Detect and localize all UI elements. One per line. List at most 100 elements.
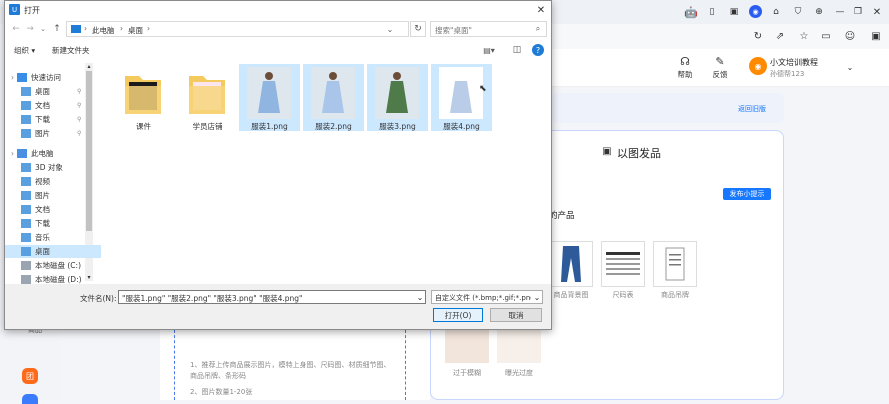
expand-chevron-icon[interactable]: › xyxy=(11,149,14,158)
cancel-button[interactable]: 取消 xyxy=(490,308,542,322)
star-icon[interactable]: ☆ xyxy=(798,30,810,42)
filename-input[interactable]: "服装1.png" "服装2.png" "服装3.png" "服装4.png" … xyxy=(118,290,426,304)
nav-item[interactable]: 图片 ⚲ xyxy=(5,127,99,140)
extension-robot-icon[interactable]: 🤖 xyxy=(684,5,698,19)
file-name: 服装1.png xyxy=(251,122,288,131)
filetype-select[interactable]: 自定义文件 (*.bmp;*.gif;*.png ⌄ xyxy=(431,290,543,304)
nav-item[interactable]: › 快速访问 xyxy=(5,71,89,84)
organize-menu[interactable]: 组织 ▾ xyxy=(14,45,35,56)
effect-label: 过于模糊 xyxy=(453,369,481,377)
nav-item[interactable]: 本地磁盘 (C:) xyxy=(5,259,99,272)
shield-icon[interactable]: ⛉ xyxy=(792,6,804,18)
open-button[interactable]: 打开(O) xyxy=(433,308,483,322)
recent-dropdown-icon[interactable]: ⌄ xyxy=(39,23,47,35)
preview-pane-icon[interactable]: ◫ xyxy=(511,44,523,56)
back-arrow-icon[interactable]: ← xyxy=(11,23,21,35)
view-options-icon[interactable]: ▤▾ xyxy=(481,44,497,56)
image-file-item[interactable]: 服装2.png xyxy=(303,64,364,131)
add-circle-icon[interactable]: ⊕ xyxy=(813,6,825,18)
nav-item[interactable]: 视频 xyxy=(5,175,99,188)
feedback-label[interactable]: 反馈 xyxy=(705,69,735,80)
folder-item[interactable]: 学员店铺 xyxy=(177,64,238,131)
filename-dropdown-icon[interactable]: ⌄ xyxy=(415,292,425,302)
address-bar[interactable]: › 此电脑 › 桌面 › ⌄ xyxy=(66,21,409,37)
user-name[interactable]: 小文培训教程 xyxy=(770,57,818,68)
image-file-item[interactable]: 服装4.png xyxy=(431,64,492,131)
restore-icon[interactable]: ❐ xyxy=(852,6,864,18)
image-file-item[interactable]: 服装1.png xyxy=(239,64,300,131)
breadcrumb-separator: › xyxy=(147,24,150,33)
nav-item-label: 音乐 xyxy=(35,233,50,242)
nav-item-label: 视频 xyxy=(35,177,50,186)
scroll-up-icon[interactable]: ▴ xyxy=(85,62,93,70)
breadcrumb-item[interactable]: 此电脑 xyxy=(92,25,115,36)
window-close-icon[interactable]: ✕ xyxy=(871,6,883,18)
help-label[interactable]: 帮助 xyxy=(670,69,700,80)
address-dropdown-icon[interactable]: ⌄ xyxy=(385,24,395,34)
nav-item-label: 3D 对象 xyxy=(35,163,63,172)
refresh-icon[interactable]: ↻ xyxy=(410,21,426,37)
nav-item[interactable]: 文档 ⚲ xyxy=(5,99,99,112)
nav-item[interactable]: 下载 xyxy=(5,217,99,230)
grid-icon[interactable]: ▣ xyxy=(728,6,740,18)
products-heading: 的产品 xyxy=(549,211,575,221)
category-size-chart-card[interactable] xyxy=(601,241,645,287)
nav-item[interactable]: › 此电脑 xyxy=(5,147,89,160)
folder-item[interactable]: 课件 xyxy=(113,64,174,131)
nav-folder-icon xyxy=(21,191,31,200)
nav-item-label: 本地磁盘 (C:) xyxy=(35,261,81,270)
avatar[interactable]: ◉ xyxy=(749,57,767,75)
dialog-title-bar[interactable]: U 打开 ✕ xyxy=(5,1,551,19)
category-tag-card[interactable] xyxy=(653,241,697,287)
nav-item[interactable]: 音乐 xyxy=(5,231,99,244)
navigation-pane: ▴ ▾ › 快速访问 桌面 ⚲ 文档 ⚲ 下载 ⚲ 图片 ⚲ › 此电脑 3D 对象 视频 图片 文档 下载 音乐… xyxy=(5,62,101,284)
collapse-icon[interactable]: ▣ xyxy=(870,30,882,42)
new-folder-button[interactable]: 新建文件夹 xyxy=(52,45,90,56)
nav-item-label: 文档 xyxy=(35,205,50,214)
minimize-icon[interactable]: — xyxy=(834,6,846,18)
file-name: 课件 xyxy=(136,122,151,131)
share-icon[interactable]: ⇗ xyxy=(774,30,786,42)
breadcrumb-item[interactable]: 桌面 xyxy=(128,25,143,36)
chevron-down-icon[interactable]: ⌄ xyxy=(845,62,855,72)
size-chart-icon xyxy=(606,252,640,275)
smile-icon[interactable]: ☺ xyxy=(844,30,856,42)
app-badge-icon[interactable]: ◉ xyxy=(749,5,762,18)
headset-icon[interactable]: ☊ xyxy=(678,55,692,68)
nav-item-label: 图片 xyxy=(35,191,50,200)
search-input[interactable]: 搜索"桌面" ⌕ xyxy=(430,21,547,37)
clothing-photo-icon xyxy=(311,67,355,119)
refresh-icon[interactable]: ↻ xyxy=(752,30,764,42)
open-file-dialog: U 打开 ✕ ← → ⌄ ↑ › 此电脑 › 桌面 › ⌄ ↻ 搜索"桌面" ⌕… xyxy=(4,0,552,330)
clothing-photo-icon xyxy=(247,67,291,119)
category-jeans-card[interactable] xyxy=(549,241,593,287)
forward-arrow-icon[interactable]: → xyxy=(25,23,35,35)
jeans-icon xyxy=(561,246,581,282)
help-icon[interactable]: ? xyxy=(532,44,544,56)
orange-app-icon[interactable]: 团 xyxy=(22,368,38,384)
back-old-link[interactable]: 返回旧版 xyxy=(738,104,766,114)
search-icon[interactable]: ⌕ xyxy=(533,24,543,34)
nav-item[interactable]: 文档 xyxy=(5,203,99,216)
nav-item[interactable]: 桌面 ⚲ xyxy=(5,85,99,98)
nav-item[interactable]: 桌面 xyxy=(5,245,101,258)
nav-item[interactable]: 3D 对象 xyxy=(5,161,99,174)
desktop-icon xyxy=(71,25,81,33)
blue-app-icon[interactable] xyxy=(22,394,38,404)
dialog-close-icon[interactable]: ✕ xyxy=(535,4,547,16)
image-file-item[interactable]: 服装3.png xyxy=(367,64,428,131)
up-arrow-icon[interactable]: ↑ xyxy=(52,23,62,35)
filetype-dropdown-icon[interactable]: ⌄ xyxy=(532,292,542,302)
phone-icon[interactable]: ▯ xyxy=(706,6,718,18)
feedback-icon[interactable]: ✎ xyxy=(713,55,727,68)
nav-folder-icon xyxy=(21,233,31,242)
folder-icon[interactable]: ▭ xyxy=(820,30,832,42)
shirt-icon[interactable]: ⌂ xyxy=(770,6,782,18)
tip-badge[interactable]: 发布小提示 xyxy=(723,188,771,200)
nav-item[interactable]: 图片 xyxy=(5,189,99,202)
clothing-photo-icon xyxy=(375,67,419,119)
nav-item[interactable]: 下载 ⚲ xyxy=(5,113,99,126)
folder-icon xyxy=(125,76,161,114)
file-name: 服装3.png xyxy=(379,122,416,131)
expand-chevron-icon[interactable]: › xyxy=(11,73,14,82)
